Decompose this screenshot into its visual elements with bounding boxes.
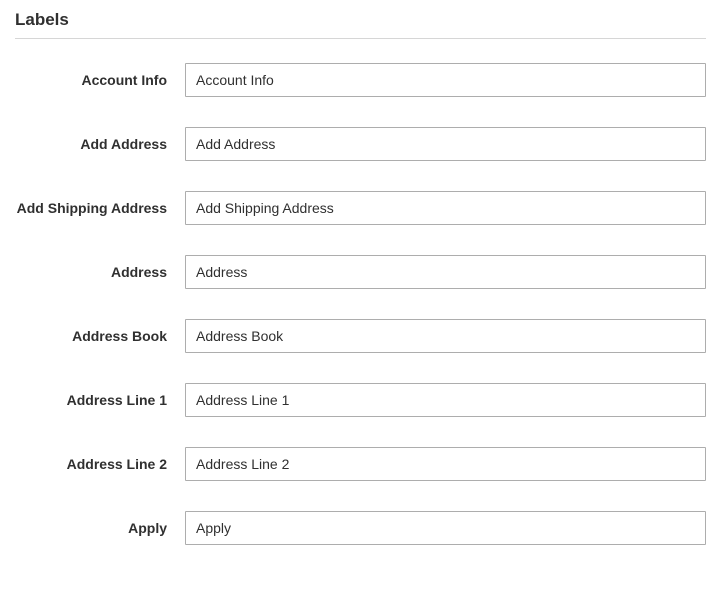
field-input-address-line-1[interactable] bbox=[185, 383, 706, 417]
field-input-add-address[interactable] bbox=[185, 127, 706, 161]
field-input-add-shipping-address[interactable] bbox=[185, 191, 706, 225]
field-label: Address Line 2 bbox=[15, 447, 185, 474]
field-label: Address Book bbox=[15, 319, 185, 346]
field-row-add-address: Add Address bbox=[15, 127, 706, 161]
field-row-address-line-1: Address Line 1 bbox=[15, 383, 706, 417]
field-row-add-shipping-address: Add Shipping Address bbox=[15, 191, 706, 225]
field-input-address[interactable] bbox=[185, 255, 706, 289]
field-label: Account Info bbox=[15, 63, 185, 90]
field-label: Apply bbox=[15, 511, 185, 538]
field-row-address: Address bbox=[15, 255, 706, 289]
field-label: Add Shipping Address bbox=[15, 191, 185, 218]
field-row-address-line-2: Address Line 2 bbox=[15, 447, 706, 481]
field-row-address-book: Address Book bbox=[15, 319, 706, 353]
field-row-apply: Apply bbox=[15, 511, 706, 545]
field-label: Address Line 1 bbox=[15, 383, 185, 410]
section-title: Labels bbox=[15, 10, 706, 39]
field-input-address-line-2[interactable] bbox=[185, 447, 706, 481]
field-input-account-info[interactable] bbox=[185, 63, 706, 97]
field-row-account-info: Account Info bbox=[15, 63, 706, 97]
field-input-apply[interactable] bbox=[185, 511, 706, 545]
field-input-address-book[interactable] bbox=[185, 319, 706, 353]
field-label: Add Address bbox=[15, 127, 185, 154]
field-label: Address bbox=[15, 255, 185, 282]
